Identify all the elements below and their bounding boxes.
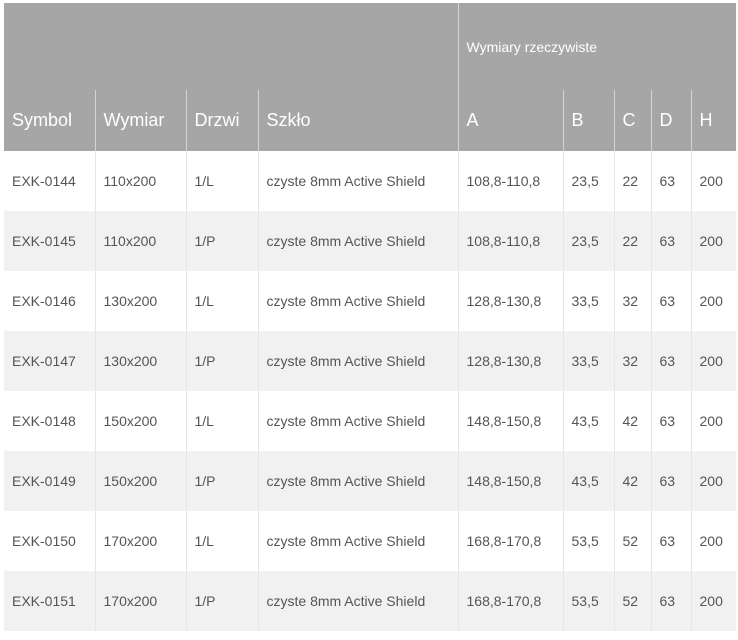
cell-drzwi: 1/L [185,391,258,451]
cell-c: 22 [613,211,651,271]
cell-b: 43,5 [562,391,614,451]
cell-szklo: czyste 8mm Active Shield [257,271,458,331]
cell-c: 32 [613,271,651,331]
cell-a: 108,8-110,8 [457,211,563,271]
cell-c: 42 [613,391,651,451]
table-row: EXK-0151 170x200 1/P czyste 8mm Active Shie… [4,571,737,631]
cell-wymiar: 110x200 [94,151,186,211]
cell-c: 52 [613,511,651,571]
cell-c: 42 [613,451,651,511]
header-columns-row: Symbol Wymiar Drzwi Szkło A B C D H [4,90,737,151]
cell-b: 33,5 [562,271,614,331]
cell-a: 168,8-170,8 [457,511,563,571]
column-header-c: C [613,90,651,151]
column-header-symbol: Symbol [4,90,95,151]
table-row: EXK-0149 150x200 1/P czyste 8mm Active Shie… [4,451,737,511]
cell-drzwi: 1/L [185,151,258,211]
table-row: EXK-0144 110x200 1/L czyste 8mm Active Shie… [4,151,737,211]
cell-h: 200 [690,391,737,451]
cell-wymiar: 150x200 [94,451,186,511]
column-header-h: H [690,90,737,151]
spec-table: Wymiary rzeczywiste Symbol Wymiar Drzwi … [4,3,737,631]
cell-drzwi: 1/P [185,571,258,631]
cell-szklo: czyste 8mm Active Shield [257,331,458,391]
cell-h: 200 [690,151,737,211]
cell-symbol: EXK-0150 [4,511,95,571]
cell-c: 22 [613,151,651,211]
cell-drzwi: 1/L [185,511,258,571]
cell-h: 200 [690,451,737,511]
cell-symbol: EXK-0151 [4,571,95,631]
cell-szklo: czyste 8mm Active Shield [257,451,458,511]
header-group-spacer [4,3,458,90]
table-row: EXK-0146 130x200 1/L czyste 8mm Active Shie… [4,271,737,331]
cell-symbol: EXK-0148 [4,391,95,451]
table-body: EXK-0144 110x200 1/L czyste 8mm Active Shie… [4,151,737,631]
column-header-wymiar: Wymiar [94,90,186,151]
cell-wymiar: 130x200 [94,331,186,391]
cell-a: 148,8-150,8 [457,451,563,511]
column-header-d: D [650,90,691,151]
cell-b: 23,5 [562,211,614,271]
cell-symbol: EXK-0144 [4,151,95,211]
cell-h: 200 [690,571,737,631]
cell-wymiar: 130x200 [94,271,186,331]
cell-h: 200 [690,271,737,331]
cell-symbol: EXK-0145 [4,211,95,271]
cell-a: 128,8-130,8 [457,331,563,391]
cell-b: 33,5 [562,331,614,391]
cell-drzwi: 1/P [185,211,258,271]
cell-d: 63 [650,151,691,211]
table-row: EXK-0150 170x200 1/L czyste 8mm Active Shie… [4,511,737,571]
group-header-real-dimensions: Wymiary rzeczywiste [457,3,737,90]
cell-c: 32 [613,331,651,391]
cell-d: 63 [650,451,691,511]
cell-b: 43,5 [562,451,614,511]
column-header-szklo: Szkło [257,90,458,151]
cell-d: 63 [650,571,691,631]
cell-a: 148,8-150,8 [457,391,563,451]
cell-symbol: EXK-0146 [4,271,95,331]
cell-b: 53,5 [562,571,614,631]
cell-a: 128,8-130,8 [457,271,563,331]
cell-drzwi: 1/P [185,451,258,511]
header-group-row: Wymiary rzeczywiste [4,3,737,90]
cell-c: 52 [613,571,651,631]
cell-a: 168,8-170,8 [457,571,563,631]
cell-d: 63 [650,331,691,391]
cell-h: 200 [690,211,737,271]
cell-d: 63 [650,391,691,451]
cell-wymiar: 170x200 [94,571,186,631]
cell-d: 63 [650,211,691,271]
column-header-b: B [562,90,614,151]
cell-drzwi: 1/L [185,271,258,331]
cell-b: 23,5 [562,151,614,211]
table-header: Wymiary rzeczywiste Symbol Wymiar Drzwi … [4,3,737,151]
column-header-drzwi: Drzwi [185,90,258,151]
table-row: EXK-0147 130x200 1/P czyste 8mm Active Shie… [4,331,737,391]
cell-szklo: czyste 8mm Active Shield [257,391,458,451]
cell-a: 108,8-110,8 [457,151,563,211]
cell-b: 53,5 [562,511,614,571]
cell-szklo: czyste 8mm Active Shield [257,151,458,211]
cell-wymiar: 170x200 [94,511,186,571]
cell-wymiar: 150x200 [94,391,186,451]
cell-d: 63 [650,511,691,571]
table-row: EXK-0145 110x200 1/P czyste 8mm Active Shie… [4,211,737,271]
cell-h: 200 [690,331,737,391]
cell-szklo: czyste 8mm Active Shield [257,211,458,271]
cell-symbol: EXK-0147 [4,331,95,391]
cell-d: 63 [650,271,691,331]
cell-wymiar: 110x200 [94,211,186,271]
table-row: EXK-0148 150x200 1/L czyste 8mm Active Shie… [4,391,737,451]
cell-symbol: EXK-0149 [4,451,95,511]
cell-szklo: czyste 8mm Active Shield [257,511,458,571]
cell-h: 200 [690,511,737,571]
cell-drzwi: 1/P [185,331,258,391]
column-header-a: A [457,90,563,151]
cell-szklo: czyste 8mm Active Shield [257,571,458,631]
